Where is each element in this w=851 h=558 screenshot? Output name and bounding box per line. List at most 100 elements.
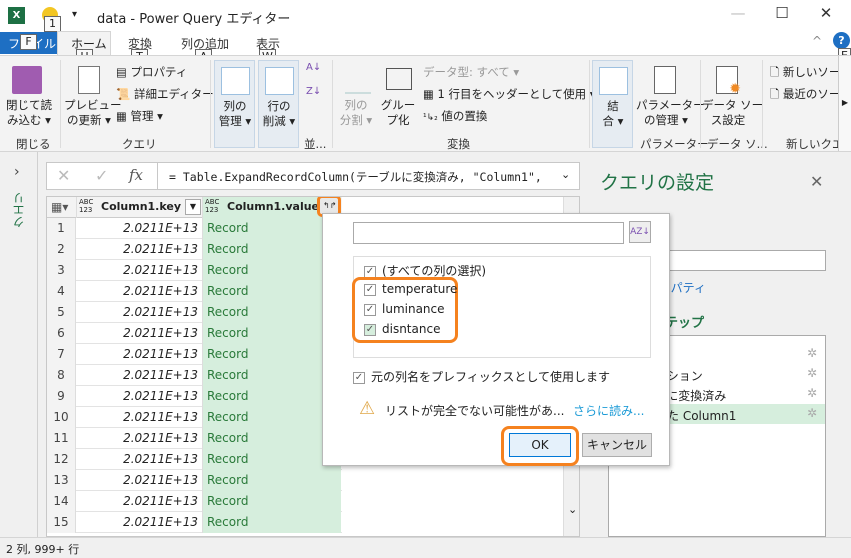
checkbox-checked-icon: ✓: [364, 323, 376, 336]
replace-values-button[interactable]: ¹↳₂ 値の置換: [423, 108, 487, 124]
cancel-button[interactable]: キャンセル: [582, 433, 652, 457]
row-number[interactable]: 8: [47, 365, 76, 386]
cell-value-record[interactable]: Record: [203, 323, 341, 344]
row-number[interactable]: 10: [47, 407, 76, 428]
keytip-file: F: [20, 34, 37, 50]
cell-key[interactable]: 2.0211E+13: [76, 491, 203, 512]
fx-icon[interactable]: fx: [129, 166, 143, 184]
cell-value-record[interactable]: Record: [203, 512, 341, 533]
manage-parameters-button[interactable]: パラメーター の管理 ▾: [636, 98, 705, 128]
row-number[interactable]: 15: [47, 512, 76, 533]
row-number[interactable]: 4: [47, 281, 76, 302]
cell-key[interactable]: 2.0211E+13: [76, 428, 203, 449]
cell-value-record[interactable]: Record: [203, 407, 341, 428]
cell-value-record[interactable]: Record: [203, 428, 341, 449]
cell-value-record[interactable]: Record: [203, 260, 341, 281]
cell-key[interactable]: 2.0211E+13: [76, 386, 203, 407]
data-type-dropdown[interactable]: データ型: すべて ▾: [423, 64, 519, 80]
expand-formula-icon[interactable]: ⌄: [561, 168, 570, 181]
cell-value-record[interactable]: Record: [203, 218, 341, 239]
queries-pane-collapsed[interactable]: › クエリ: [0, 152, 38, 537]
cell-key[interactable]: 2.0211E+13: [76, 365, 203, 386]
row-number[interactable]: 11: [47, 428, 76, 449]
cell-key[interactable]: 2.0211E+13: [76, 302, 203, 323]
ok-button[interactable]: OK: [509, 433, 571, 457]
cell-key[interactable]: 2.0211E+13: [76, 470, 203, 491]
collapse-ribbon-icon[interactable]: ^: [812, 34, 822, 48]
column-checkbox-temperature[interactable]: ✓ temperature: [364, 282, 457, 296]
commit-formula-icon[interactable]: ✓: [95, 166, 108, 185]
close-load-button[interactable]: 閉じて読 み込む ▾: [4, 98, 54, 128]
ribbon-scroll-right[interactable]: ▶: [838, 56, 851, 151]
gear-icon[interactable]: ✲: [807, 366, 817, 380]
cell-value-record[interactable]: Record: [203, 302, 341, 323]
sort-descending-icon[interactable]: Z↓: [306, 86, 321, 97]
data-source-settings-button[interactable]: データ ソー ス設定: [702, 98, 763, 128]
group-by-button[interactable]: グルー プ化: [378, 98, 418, 128]
help-icon[interactable]: ?: [833, 32, 850, 49]
cell-value-record[interactable]: Record: [203, 281, 341, 302]
row-number[interactable]: 14: [47, 491, 76, 512]
row-number[interactable]: 5: [47, 302, 76, 323]
row-number[interactable]: 2: [47, 239, 76, 260]
filter-dropdown-icon[interactable]: ▼: [185, 199, 201, 215]
manage-columns-button[interactable]: 列の 管理 ▾: [214, 60, 255, 148]
combine-label: 結 合 ▾: [602, 99, 624, 128]
cell-value-record[interactable]: Record: [203, 239, 341, 260]
cell-value-record[interactable]: Record: [203, 491, 341, 512]
cell-key[interactable]: 2.0211E+13: [76, 281, 203, 302]
row-number[interactable]: 13: [47, 470, 76, 491]
new-source-button[interactable]: 🗋 新しいソー: [770, 64, 840, 84]
cell-value-record[interactable]: Record: [203, 344, 341, 365]
row-number[interactable]: 6: [47, 323, 76, 344]
row-number[interactable]: 3: [47, 260, 76, 281]
sort-az-button[interactable]: AZ↓: [629, 221, 651, 243]
close-settings-icon[interactable]: ✕: [810, 172, 823, 191]
split-column-button[interactable]: 列の 分割 ▾: [336, 98, 376, 128]
cell-value-record[interactable]: Record: [203, 449, 341, 470]
gear-icon[interactable]: ✲: [807, 346, 817, 360]
cell-key[interactable]: 2.0211E+13: [76, 407, 203, 428]
cell-key[interactable]: 2.0211E+13: [76, 218, 203, 239]
expand-queries-icon[interactable]: ›: [14, 164, 20, 180]
minimize-button[interactable]: —: [720, 4, 756, 26]
recent-sources-button[interactable]: 🗋 最近のソー: [770, 86, 840, 106]
properties-button[interactable]: ▤ プロパティ: [116, 64, 187, 80]
cell-key[interactable]: 2.0211E+13: [76, 449, 203, 470]
qat-customize-icon[interactable]: ▾: [72, 9, 77, 20]
maximize-button[interactable]: ☐: [764, 4, 800, 26]
gear-icon[interactable]: ✲: [807, 386, 817, 400]
formula-input[interactable]: = Table.ExpandRecordColumn(テーブルに変換済み, "C…: [169, 169, 542, 185]
cell-value-record[interactable]: Record: [203, 386, 341, 407]
row-number[interactable]: 7: [47, 344, 76, 365]
row-number[interactable]: 12: [47, 449, 76, 470]
cell-key[interactable]: 2.0211E+13: [76, 323, 203, 344]
scroll-down-icon[interactable]: ⌄: [568, 503, 577, 516]
cell-key[interactable]: 2.0211E+13: [76, 239, 203, 260]
advanced-editor-button[interactable]: 📜 詳細エディター: [116, 86, 214, 102]
refresh-preview-button[interactable]: プレビュー の更新 ▾: [64, 98, 122, 128]
use-prefix-checkbox[interactable]: ✓ 元の列名をプレフィックスとして使用します: [353, 368, 610, 385]
manage-button[interactable]: ▦ 管理 ▾: [116, 108, 163, 124]
load-more-link[interactable]: さらに読み...: [573, 402, 644, 419]
cell-key[interactable]: 2.0211E+13: [76, 344, 203, 365]
cell-key[interactable]: 2.0211E+13: [76, 512, 203, 533]
cell-key[interactable]: 2.0211E+13: [76, 260, 203, 281]
use-first-row-header-button[interactable]: ▦ 1 行目をヘッダーとして使用 ▾: [423, 86, 596, 102]
column-header-key[interactable]: ABC 123 Column1.key ▼: [76, 197, 203, 218]
reduce-rows-button[interactable]: 行の 削減 ▾: [258, 60, 299, 148]
close-button[interactable]: ✕: [808, 4, 844, 26]
sort-ascending-icon[interactable]: A↓: [306, 62, 321, 73]
gear-icon[interactable]: ✲: [807, 406, 817, 420]
cell-value-record[interactable]: Record: [203, 470, 341, 491]
cell-value-record[interactable]: Record: [203, 365, 341, 386]
column-search-input[interactable]: [353, 222, 624, 244]
column-checkbox-disntance[interactable]: ✓ disntance: [364, 322, 440, 336]
row-number[interactable]: 9: [47, 386, 76, 407]
column-header-value[interactable]: ABC 123 Column1.value ↰↱: [203, 197, 341, 218]
row-number[interactable]: 1: [47, 218, 76, 239]
column-checkbox-luminance[interactable]: ✓ luminance: [364, 302, 445, 316]
combine-button[interactable]: 結 合 ▾: [592, 60, 633, 148]
cancel-formula-icon[interactable]: ✕: [57, 166, 70, 185]
table-menu-icon[interactable]: ▦▾: [51, 200, 68, 214]
